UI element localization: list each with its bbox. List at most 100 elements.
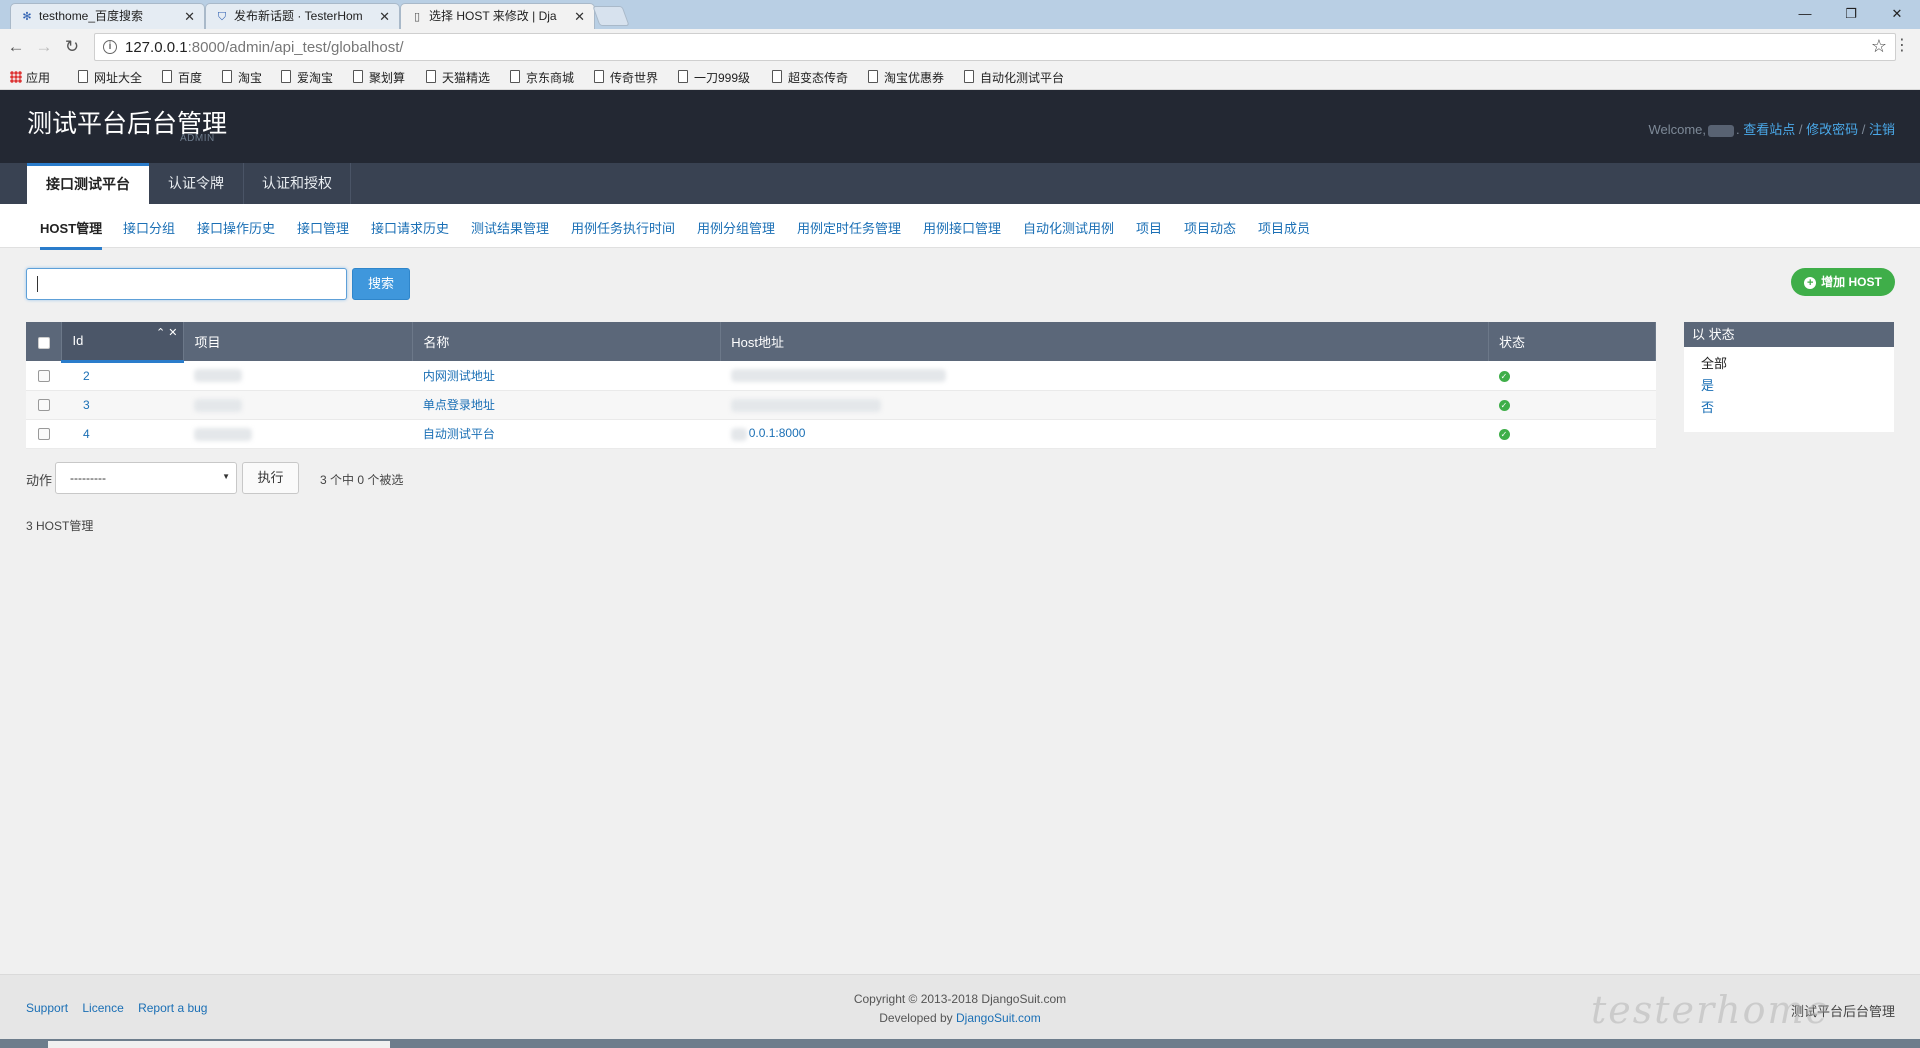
status-cell: ✓ — [1488, 361, 1656, 391]
name-link[interactable]: 内网测试地址 — [423, 369, 495, 383]
row-select-cell — [26, 390, 62, 420]
browser-menu-icon[interactable]: ⋮ — [1894, 35, 1910, 55]
redacted-text — [193, 398, 242, 412]
add-host-button[interactable]: + 增加 HOST — [1791, 268, 1895, 296]
id-link[interactable]: 2 — [83, 369, 90, 383]
nav-api-group[interactable]: 接口分组 — [123, 218, 175, 237]
bookmark-item[interactable]: 天猫精选 — [426, 69, 490, 86]
bookmark-label: 传奇世界 — [610, 71, 659, 85]
address-bar[interactable]: i 127.0.0.1:8000/admin/api_test/globalho… — [94, 33, 1896, 61]
nav-project[interactable]: 项目 — [1136, 218, 1162, 237]
close-icon[interactable]: ✕ — [379, 4, 390, 29]
bookmark-item[interactable]: 超变态传奇 — [772, 69, 848, 86]
change-password-link[interactable]: 修改密码 — [1806, 122, 1858, 137]
nav-case-schedule[interactable]: 用例定时任务管理 — [797, 218, 901, 237]
bookmark-item[interactable]: 一刀999级 — [678, 69, 750, 86]
nav-api-management[interactable]: 接口管理 — [297, 218, 349, 237]
watermark: testerhome — [1590, 988, 1830, 1032]
bookmark-item[interactable]: 聚划算 — [353, 69, 405, 86]
nav-api-operation-history[interactable]: 接口操作历史 — [197, 218, 275, 237]
browser-tab-2[interactable]: ⛉ 发布新话题 · TesterHom ✕ — [205, 3, 400, 29]
bookmark-item[interactable]: 爱淘宝 — [281, 69, 333, 86]
redacted-text — [730, 369, 946, 383]
nav-project-dynamic[interactable]: 项目动态 — [1184, 218, 1236, 237]
filter-option-no[interactable]: 否 — [1684, 397, 1894, 419]
nav-test-result[interactable]: 测试结果管理 — [471, 218, 549, 237]
column-header-status[interactable]: 状态 — [1488, 322, 1656, 361]
row-checkbox[interactable] — [38, 399, 50, 412]
add-host-label: 增加 HOST — [1821, 275, 1882, 289]
secondary-nav: HOST管理 接口分组 接口操作历史 接口管理 接口请求历史 测试结果管理 用例… — [0, 204, 1920, 250]
forward-arrow-icon[interactable]: → — [32, 35, 56, 59]
table-header-row: Id ⌃ ✕ 项目 名称 Host地址 状态 — [26, 322, 1656, 363]
bookmark-item[interactable]: 淘宝 — [222, 69, 262, 86]
close-window-icon[interactable]: ✕ — [1874, 0, 1920, 29]
bookmark-label: 淘宝优惠券 — [884, 71, 945, 85]
name-link[interactable]: 自动测试平台 — [423, 427, 495, 441]
id-cell: 3 — [61, 390, 184, 420]
search-button[interactable]: 搜索 — [352, 268, 410, 300]
developed-by-text: Developed by — [879, 1011, 953, 1025]
nav-host-management[interactable]: HOST管理 — [40, 218, 103, 250]
bookmark-apps[interactable]: 应用 — [10, 69, 50, 86]
row-checkbox[interactable] — [38, 428, 50, 441]
bookmark-star-icon[interactable]: ☆ — [1871, 36, 1887, 57]
tab-auth[interactable]: 认证和授权 — [244, 163, 351, 204]
column-header-name[interactable]: 名称 — [412, 322, 722, 361]
sort-toggle-icon[interactable]: ⌃ ✕ — [156, 326, 178, 339]
nav-case-group[interactable]: 用例分组管理 — [697, 218, 775, 237]
filter-option-yes[interactable]: 是 — [1684, 375, 1894, 397]
column-header-host[interactable]: Host地址 — [720, 322, 1489, 361]
nav-api-request-history[interactable]: 接口请求历史 — [371, 218, 449, 237]
info-icon[interactable]: i — [103, 40, 117, 54]
nav-auto-test-case[interactable]: 自动化测试用例 — [1023, 218, 1114, 237]
bookmark-label: 网址大全 — [94, 71, 143, 85]
reload-icon[interactable]: ↻ — [60, 35, 84, 59]
row-checkbox[interactable] — [38, 370, 50, 383]
minimize-icon[interactable]: — — [1782, 0, 1828, 29]
page-icon — [678, 70, 688, 83]
select-all-checkbox[interactable] — [38, 336, 50, 349]
run-action-button[interactable]: 执行 — [242, 462, 299, 494]
id-link[interactable]: 4 — [83, 427, 90, 441]
url-text[interactable]: 127.0.0.1:8000/admin/api_test/globalhost… — [125, 39, 404, 56]
logout-link[interactable]: 注销 — [1869, 122, 1895, 137]
bookmark-item[interactable]: 传奇世界 — [594, 69, 658, 86]
filter-option-all[interactable]: 全部 — [1684, 353, 1894, 375]
action-select[interactable]: --------- ▼ — [55, 462, 237, 494]
new-tab-button[interactable] — [592, 6, 630, 26]
tab-api-test-platform[interactable]: 接口测试平台 — [27, 163, 149, 204]
nav-case-task-time[interactable]: 用例任务执行时间 — [571, 218, 675, 237]
close-icon[interactable]: ✕ — [574, 4, 585, 29]
bookmark-item[interactable]: 淘宝优惠券 — [868, 69, 944, 86]
back-arrow-icon[interactable]: ← — [4, 35, 28, 59]
status-cell: ✓ — [1488, 390, 1656, 420]
search-input[interactable] — [26, 268, 347, 300]
column-header-id[interactable]: Id ⌃ ✕ — [61, 322, 185, 363]
row-select-cell — [26, 419, 62, 449]
view-site-link[interactable]: 查看站点 — [1743, 122, 1795, 137]
site-subtitle: ADMIN — [180, 133, 215, 144]
redacted-text — [730, 427, 747, 441]
restore-icon[interactable]: ❐ — [1828, 0, 1874, 29]
id-link[interactable]: 3 — [83, 398, 90, 412]
bookmark-label: 京东商城 — [526, 71, 575, 85]
bookmark-item[interactable]: 百度 — [162, 69, 202, 86]
host-link[interactable]: 0.0.1:8000 — [749, 426, 806, 440]
close-icon[interactable]: ✕ — [184, 4, 195, 29]
nav-project-member[interactable]: 项目成员 — [1258, 218, 1310, 237]
page-icon — [964, 70, 974, 83]
browser-tab-1[interactable]: ✻ testhome_百度搜索 ✕ — [10, 3, 205, 29]
bookmark-item[interactable]: 网址大全 — [78, 69, 142, 86]
bookmark-item[interactable]: 京东商城 — [510, 69, 574, 86]
tab-title: testhome_百度搜索 — [39, 9, 144, 23]
tab-auth-token[interactable]: 认证令牌 — [149, 163, 244, 204]
column-header-project[interactable]: 项目 — [183, 322, 414, 361]
id-cell: 4 — [61, 419, 184, 449]
bookmark-item[interactable]: 自动化测试平台 — [964, 69, 1064, 86]
name-link[interactable]: 单点登录地址 — [423, 398, 495, 412]
developer-link[interactable]: DjangoSuit.com — [956, 1011, 1041, 1025]
nav-case-api[interactable]: 用例接口管理 — [923, 218, 1001, 237]
bookmarks-bar: 应用 网址大全 百度 淘宝 爱淘宝 聚划算 天猫精选 京东商城 传奇世界 一刀9… — [0, 65, 1920, 90]
browser-tab-3-active[interactable]: ▯ 选择 HOST 来修改 | Dja ✕ — [400, 3, 595, 30]
